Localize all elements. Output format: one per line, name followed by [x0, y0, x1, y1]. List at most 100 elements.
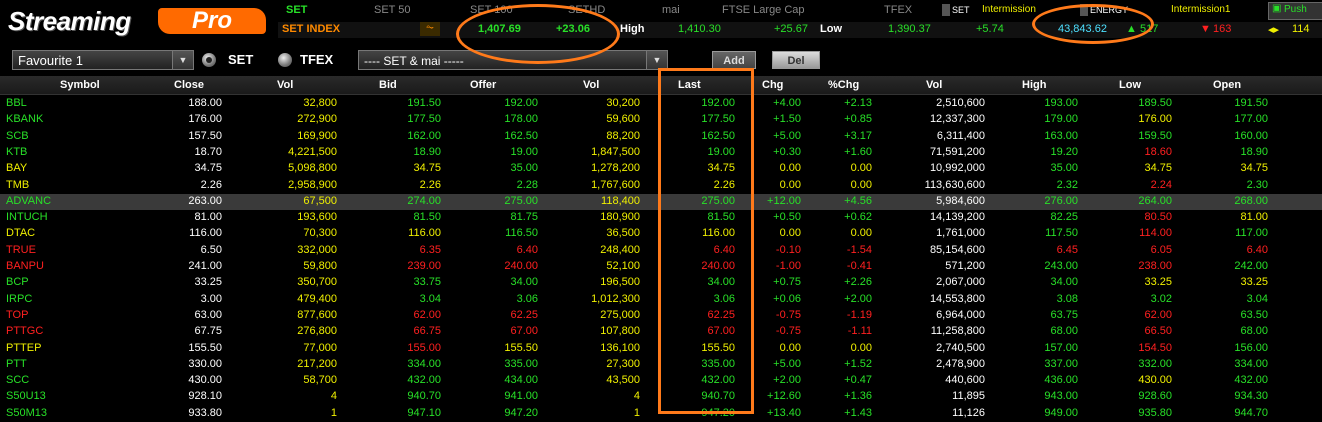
cell-vol: 14,139,200	[929, 211, 985, 224]
cell-symbol[interactable]: KTB	[6, 146, 27, 158]
table-row[interactable]: TOP 63.00 877,600 62.00 62.25 275,000 62.25 -0.…	[0, 308, 1322, 324]
favourite-dropdown[interactable]: Favourite 1 ▼	[12, 50, 194, 70]
cell-chg: -0.75	[775, 325, 801, 338]
cell-vol: 67,500	[303, 194, 337, 207]
cell-symbol[interactable]: TMB	[6, 179, 29, 191]
col-bid[interactable]: Bid	[379, 79, 397, 91]
cell-last: 162.50	[701, 129, 735, 142]
tab-set100[interactable]: SET 100	[470, 4, 513, 16]
col-offer[interactable]: Offer	[470, 79, 496, 91]
cell-high: 2.32	[1056, 178, 1078, 191]
add-button[interactable]: Add	[712, 51, 756, 69]
cell-symbol[interactable]: BBL	[6, 97, 27, 109]
table-row[interactable]: PTTGC 67.75 276,800 66.75 67.00 107,800 67.00 -…	[0, 324, 1322, 340]
table-row[interactable]: BANPU 241.00 59,800 239.00 240.00 52,100 240.0…	[0, 259, 1322, 275]
cell-close: 263.00	[188, 194, 222, 207]
col-pct-chg[interactable]: %Chg	[828, 79, 859, 91]
cell-symbol[interactable]: DTAC	[6, 227, 35, 239]
cell-open: 934.30	[1234, 390, 1268, 403]
index-low: 1,390.37	[888, 23, 931, 35]
col-close[interactable]: Close	[174, 79, 204, 91]
table-row[interactable]: KBANK 176.00 272,900 177.50 178.00 59,600 177.…	[0, 112, 1322, 128]
table-row[interactable]: ADVANC 263.00 67,500 274.00 275.00 118,400 275…	[0, 193, 1322, 210]
cell-symbol[interactable]: BCP	[6, 276, 29, 288]
cell-open: 160.00	[1234, 129, 1268, 142]
line-chart-icon[interactable]: ⏦	[420, 22, 440, 36]
tab-sethd[interactable]: SETHD	[568, 4, 605, 16]
cell-symbol[interactable]: PTTGC	[6, 325, 43, 337]
table-row[interactable]: IRPC 3.00 479,400 3.04 3.06 1,012,300 3.06 +0.0…	[0, 292, 1322, 308]
cell-open: 268.00	[1234, 194, 1268, 207]
table-row[interactable]: TMB 2.26 2,958,900 2.26 2.28 1,767,600 2.26 0.0…	[0, 178, 1322, 194]
tab-set50[interactable]: SET 50	[374, 4, 411, 16]
table-row[interactable]: PTT 330.00 217,200 334.00 335.00 27,300 335.00…	[0, 357, 1322, 373]
table-row[interactable]: BAY 34.75 5,098,800 34.75 35.00 1,278,200 34.7…	[0, 161, 1322, 177]
cell-bid: 239.00	[407, 260, 441, 272]
cell-offer: 335.00	[504, 357, 538, 370]
tab-set[interactable]: SET	[286, 4, 307, 16]
cell-vol: 113,630,600	[924, 178, 985, 191]
cell-bid: 947.10	[407, 406, 441, 419]
cell-open: 18.90	[1240, 145, 1268, 158]
cell-symbol[interactable]: BANPU	[6, 260, 44, 272]
table-row[interactable]: KTB 18.70 4,221,500 18.90 19.00 1,847,500 19.0…	[0, 145, 1322, 161]
cell-last: 177.50	[701, 113, 735, 126]
cell-offer: 35.00	[510, 162, 538, 175]
cell-symbol[interactable]: BAY	[6, 162, 27, 174]
col-open[interactable]: Open	[1213, 79, 1241, 91]
col-high[interactable]: High	[1022, 79, 1046, 91]
table-row[interactable]: S50U13 928.10 4 940.70 941.00 4 940.70 +12.60 +1…	[0, 389, 1322, 405]
cell-symbol[interactable]: KBANK	[6, 113, 43, 125]
cell-close: 34.75	[194, 162, 222, 175]
index-name[interactable]: SET INDEX	[282, 23, 340, 35]
streaming-pro-logo: Streaming Pro	[8, 6, 266, 36]
cell-symbol[interactable]: S50U13	[6, 390, 46, 402]
cell-vol: 275,000	[600, 308, 640, 321]
table-row[interactable]: TRUE 6.50 332,000 6.35 6.40 248,400 6.40 -0.10 -…	[0, 243, 1322, 259]
col-vol-bid[interactable]: Vol	[277, 79, 293, 91]
radio-tfex[interactable]	[278, 53, 292, 67]
cell-symbol[interactable]: PTT	[6, 358, 27, 370]
cell-symbol[interactable]: IRPC	[6, 293, 32, 305]
cell-symbol[interactable]: SCB	[6, 130, 29, 142]
del-button[interactable]: Del	[772, 51, 820, 69]
table-row[interactable]: SCC 430.00 58,700 432.00 434.00 43,500 432.00 +…	[0, 373, 1322, 389]
cell-symbol[interactable]: PTTEP	[6, 342, 41, 354]
cell-high: 163.00	[1044, 129, 1078, 142]
cell-low: 238.00	[1138, 260, 1172, 272]
cell-chg: +0.30	[773, 145, 801, 158]
col-symbol[interactable]: Symbol	[60, 79, 100, 91]
cell-symbol[interactable]: TOP	[6, 309, 28, 321]
col-chg[interactable]: Chg	[762, 79, 783, 91]
cell-bid: 34.75	[413, 162, 441, 175]
table-row[interactable]: INTUCH 81.00 193,600 81.50 81.75 180,900 81.50…	[0, 210, 1322, 226]
tab-tfex[interactable]: TFEX	[884, 4, 912, 16]
cell-pct-chg: +1.43	[844, 406, 872, 419]
status-sector-label: ENERGY	[1090, 5, 1129, 15]
cell-vol: 14,553,800	[929, 292, 985, 305]
cell-high: 243.00	[1044, 260, 1078, 272]
cell-symbol[interactable]: INTUCH	[6, 211, 48, 223]
table-row[interactable]: BCP 33.25 350,700 33.75 34.00 196,500 34.00 +0.…	[0, 275, 1322, 291]
cell-vol: 71,591,200	[929, 145, 985, 158]
table-row[interactable]: PTTEP 155.50 77,000 155.00 155.50 136,100 155.…	[0, 341, 1322, 357]
market-filter-dropdown[interactable]: ---- SET & mai ----- ▼	[358, 50, 668, 70]
cell-symbol[interactable]: ADVANC	[6, 195, 51, 207]
col-low[interactable]: Low	[1119, 79, 1141, 91]
table-row[interactable]: SCB 157.50 169,900 162.00 162.50 88,200 162.50…	[0, 129, 1322, 145]
cell-symbol[interactable]: TRUE	[6, 244, 36, 256]
table-row[interactable]: DTAC 116.00 70,300 116.00 116.50 36,500 116.00…	[0, 226, 1322, 242]
radio-set[interactable]	[202, 53, 216, 67]
col-vol-offer[interactable]: Vol	[583, 79, 599, 91]
tab-ftse-large-cap[interactable]: FTSE Large Cap	[722, 4, 805, 16]
col-vol-total[interactable]: Vol	[926, 79, 942, 91]
cell-last: 940.70	[701, 390, 735, 403]
table-row[interactable]: BBL 188.00 32,800 191.50 192.00 30,200 192.00 +…	[0, 96, 1322, 112]
cell-symbol[interactable]: S50M13	[6, 407, 47, 419]
col-last[interactable]: Last	[678, 79, 701, 91]
tab-mai[interactable]: mai	[662, 4, 680, 16]
cell-symbol[interactable]: SCC	[6, 374, 29, 386]
cell-offer: 941.00	[504, 390, 538, 403]
cell-high: 6.45	[1056, 243, 1078, 256]
up-arrow-icon: ▲	[1126, 23, 1137, 35]
